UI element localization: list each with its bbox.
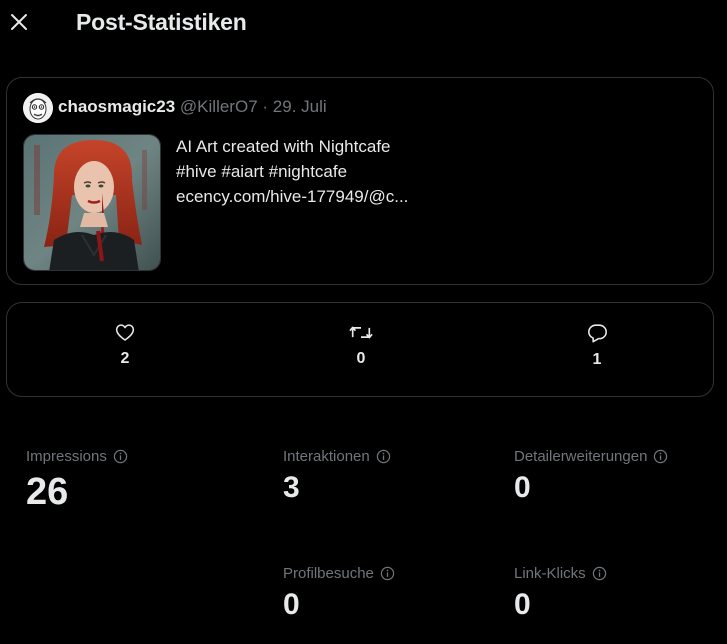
stat-value: 0 (514, 471, 531, 504)
stat-impressions: Impressions 26 (26, 448, 128, 514)
separator-dot: · (262, 97, 269, 116)
stat-label: Detailerweiterungen (514, 448, 648, 465)
repost-icon (349, 326, 373, 339)
post-link[interactable]: ecency.com/hive-177949/@c... (176, 184, 408, 209)
stat-value: 0 (283, 588, 300, 621)
stat-value: 0 (514, 588, 531, 621)
avatar[interactable] (23, 93, 53, 123)
close-button[interactable] (4, 6, 34, 38)
replies-count: 1 (592, 351, 602, 368)
close-icon (11, 14, 27, 30)
info-icon[interactable] (653, 449, 668, 464)
info-icon[interactable] (380, 566, 395, 581)
post-statistics-page: Post-Statistiken chaosmagic23 @KillerO7 … (0, 0, 727, 644)
stat-detail-expansions: Detailerweiterungen 0 (514, 448, 668, 505)
author-line: chaosmagic23 @KillerO7 · 29. Juli (58, 97, 327, 117)
stat-link-clicks: Link-Klicks 0 (514, 565, 607, 622)
author-name[interactable]: chaosmagic23 (58, 97, 175, 116)
stat-profile-visits: Profilbesuche 0 (283, 565, 395, 622)
likes-count: 2 (120, 350, 130, 367)
post-date[interactable]: 29. Juli (273, 97, 327, 116)
engagement-card: 2 0 1 (6, 302, 714, 397)
stat-value: 3 (283, 471, 300, 504)
stat-label: Link-Klicks (514, 565, 586, 582)
post-hashtags[interactable]: #hive #aiart #nightcafe (176, 159, 408, 184)
post-text-line: AI Art created with Nightcafe (176, 137, 391, 156)
header: Post-Statistiken (0, 0, 727, 48)
post-text[interactable]: AI Art created with Nightcafe #hive #aia… (176, 134, 408, 209)
stat-interactions: Interaktionen 3 (283, 448, 391, 505)
stat-label: Profilbesuche (283, 565, 374, 582)
page-title: Post-Statistiken (76, 9, 247, 35)
reposts-stat[interactable]: 0 (331, 323, 391, 368)
post-card[interactable]: chaosmagic23 @KillerO7 · 29. Juli AI Art… (6, 77, 714, 285)
stat-value: 26 (26, 471, 69, 513)
info-icon[interactable] (592, 566, 607, 581)
stat-label: Interaktionen (283, 448, 370, 465)
likes-stat[interactable]: 2 (95, 323, 155, 368)
post-image[interactable] (23, 134, 161, 271)
reply-icon (587, 324, 607, 343)
author-handle[interactable]: @KillerO7 (180, 97, 258, 116)
replies-stat[interactable]: 1 (567, 323, 627, 369)
heart-icon (115, 324, 135, 341)
reposts-count: 0 (356, 350, 366, 367)
info-icon[interactable] (113, 449, 128, 464)
stat-label: Impressions (26, 448, 107, 465)
info-icon[interactable] (376, 449, 391, 464)
